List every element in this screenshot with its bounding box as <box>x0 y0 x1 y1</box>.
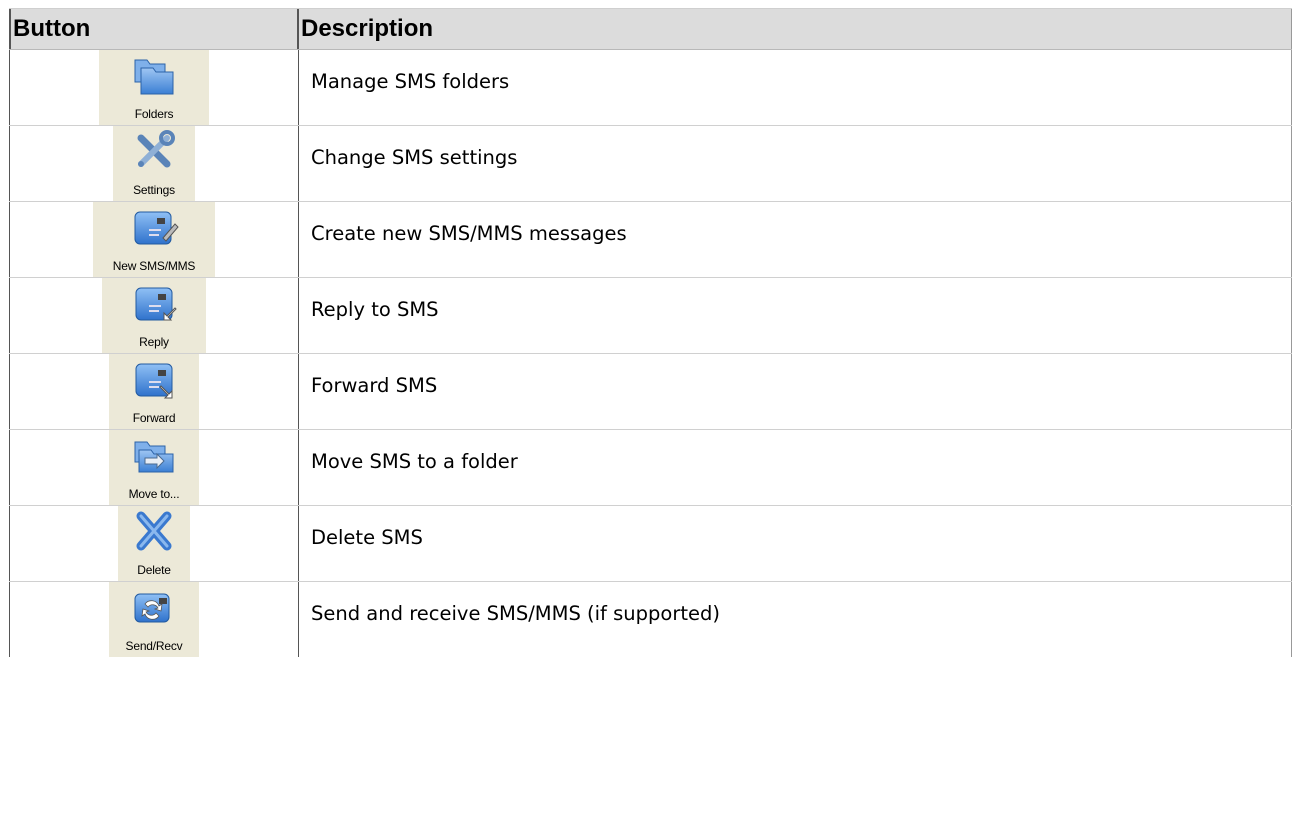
reply-button[interactable]: Reply <box>102 278 206 353</box>
button-label: Send/Recv <box>125 639 183 653</box>
send-receive-button[interactable]: Send/Recv <box>109 582 199 657</box>
header-button: Button <box>9 9 299 49</box>
settings-button[interactable]: Settings <box>113 126 195 201</box>
reply-icon <box>135 287 177 321</box>
description-cell: Reply to SMS <box>299 278 1292 353</box>
table-header: Button Description <box>9 8 1292 50</box>
button-label: Move to... <box>128 487 180 501</box>
move-to-folder-icon <box>134 441 174 473</box>
move-to-button[interactable]: Move to... <box>109 430 199 505</box>
button-label: Reply <box>139 335 169 349</box>
forward-icon <box>135 363 173 399</box>
new-sms-mms-button[interactable]: New SMS/MMS <box>93 202 215 277</box>
description-cell: Send and receive SMS/MMS (if supported) <box>299 582 1292 657</box>
new-message-icon <box>134 211 179 245</box>
button-label: Settings <box>133 183 175 197</box>
button-label: Folders <box>134 107 174 121</box>
folders-button[interactable]: Folders <box>99 50 209 125</box>
settings-icon <box>137 130 175 168</box>
forward-button[interactable]: Forward <box>109 354 199 429</box>
table-row: Reply Reply to SMS <box>9 278 1292 354</box>
table-row: Folders Manage SMS folders <box>9 50 1292 126</box>
delete-button[interactable]: Delete <box>118 506 190 581</box>
button-label: New SMS/MMS <box>112 259 196 273</box>
table-row: New SMS/MMS Create new SMS/MMS messages <box>9 202 1292 278</box>
table-row: Send/Recv Send and receive SMS/MMS (if s… <box>9 582 1292 657</box>
button-label: Forward <box>132 411 176 425</box>
button-label: Delete <box>137 563 171 577</box>
description-cell: Manage SMS folders <box>299 50 1292 125</box>
header-description: Description <box>299 9 1292 49</box>
table-row: Delete Delete SMS <box>9 506 1292 582</box>
folders-icon <box>134 59 174 95</box>
description-cell: Forward SMS <box>299 354 1292 429</box>
table-row: Move to... Move SMS to a folder <box>9 430 1292 506</box>
button-description-table: Button Description Folders Manage SMS fo… <box>9 8 1292 657</box>
table-row: Settings Change SMS settings <box>9 126 1292 202</box>
description-cell: Change SMS settings <box>299 126 1292 201</box>
delete-icon <box>136 511 172 551</box>
table-row: Forward Forward SMS <box>9 354 1292 430</box>
description-cell: Delete SMS <box>299 506 1292 581</box>
send-receive-icon <box>134 593 170 623</box>
description-cell: Move SMS to a folder <box>299 430 1292 505</box>
description-cell: Create new SMS/MMS messages <box>299 202 1292 277</box>
